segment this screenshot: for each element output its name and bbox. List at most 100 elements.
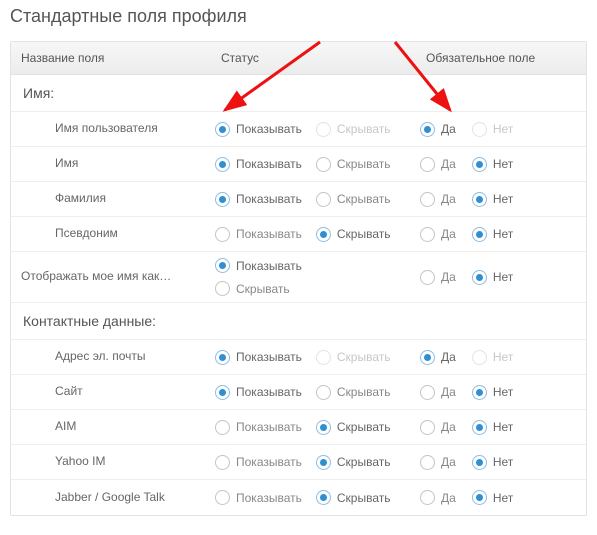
field-name: Имя (11, 148, 211, 180)
radio-icon (420, 192, 435, 207)
radio-icon (420, 490, 435, 505)
section-title: Контактные данные: (11, 303, 586, 340)
radio-icon (420, 455, 435, 470)
radio-label: Да (441, 385, 456, 399)
radio-label: Скрывать (337, 491, 391, 505)
table-row: Yahoo IMПоказыватьСкрыватьДаНет (11, 445, 586, 480)
radio-icon (420, 270, 435, 285)
table-row: Имя Показывать Скрывать Да Нет (11, 147, 586, 182)
radio-hide[interactable]: Скрывать (316, 157, 391, 172)
radio-show[interactable]: Показывать (215, 192, 302, 207)
field-name: Псевдоним (11, 218, 211, 250)
status-cell: Показывать Скрывать (211, 344, 416, 371)
table-row: Псевдоним Показывать Скрывать Да Нет (11, 217, 586, 252)
radio-label: Нет (493, 270, 513, 284)
radio-icon (472, 455, 487, 470)
radio-icon (215, 192, 230, 207)
page-title: Стандартные поля профиля (10, 6, 587, 27)
required-cell: Да Нет (416, 344, 586, 371)
radio-icon (472, 270, 487, 285)
radio-label: Показывать (236, 227, 302, 241)
radio-hide[interactable]: Скрывать (316, 455, 391, 470)
field-name: Jabber / Google Talk (11, 482, 211, 514)
radio-icon (472, 192, 487, 207)
radio-icon (215, 490, 230, 505)
radio-label: Нет (493, 157, 513, 171)
radio-no[interactable]: Нет (472, 192, 513, 207)
radio-label: Нет (493, 122, 513, 136)
radio-label: Показывать (236, 385, 302, 399)
radio-label: Скрывать (236, 282, 290, 296)
radio-yes[interactable]: Да (420, 420, 456, 435)
required-cell: Да Нет (416, 484, 586, 511)
radio-show[interactable]: Показывать (215, 157, 302, 172)
radio-label: Скрывать (337, 455, 391, 469)
radio-hide[interactable]: Скрывать (316, 420, 391, 435)
required-cell: Да Нет (416, 449, 586, 476)
radio-show[interactable]: Показывать (215, 350, 302, 365)
fields-table: Название поля Статус Обязательное поле И… (10, 41, 587, 516)
radio-no[interactable]: Нет (472, 227, 513, 242)
radio-yes[interactable]: Да (420, 385, 456, 400)
field-name: Имя пользователя (11, 113, 211, 145)
status-cell: Показывать Скрывать (211, 151, 416, 178)
radio-label: Скрывать (337, 157, 391, 171)
radio-no: Нет (472, 350, 513, 365)
radio-icon (215, 227, 230, 242)
radio-show[interactable]: Показывать (215, 227, 302, 242)
required-cell: Да Нет (416, 221, 586, 248)
radio-label: Да (441, 420, 456, 434)
status-cell: Показывать Скрывать (211, 252, 416, 302)
col-header-required: Обязательное поле (416, 42, 586, 74)
radio-no[interactable]: Нет (472, 385, 513, 400)
radio-label: Да (441, 122, 456, 136)
radio-yes[interactable]: Да (420, 270, 456, 285)
radio-icon (472, 157, 487, 172)
table-row: Имя пользователя Показывать Скрывать Да Нет (11, 112, 586, 147)
radio-no[interactable]: Нет (472, 455, 513, 470)
radio-icon (316, 350, 331, 365)
radio-yes[interactable]: Да (420, 455, 456, 470)
table-row: ФамилияПоказыватьСкрыватьДаНет (11, 182, 586, 217)
radio-no[interactable]: Нет (472, 157, 513, 172)
radio-hide[interactable]: Скрывать (316, 385, 391, 400)
radio-label: Показывать (236, 455, 302, 469)
radio-label: Скрывать (337, 122, 391, 136)
radio-show[interactable]: Показывать (215, 490, 302, 505)
radio-yes[interactable]: Да (420, 192, 456, 207)
radio-hide[interactable]: Скрывать (316, 227, 391, 242)
radio-yes[interactable]: Да (420, 350, 456, 365)
status-cell: Показывать Скрывать (211, 484, 416, 511)
radio-no: Нет (472, 122, 513, 137)
section-title: Имя: (11, 75, 586, 112)
required-cell: Да Нет (416, 264, 586, 291)
radio-hide[interactable]: Скрывать (215, 281, 290, 296)
radio-yes[interactable]: Да (420, 157, 456, 172)
radio-icon (316, 227, 331, 242)
radio-no[interactable]: Нет (472, 270, 513, 285)
field-name: Сайт (11, 376, 211, 408)
radio-show[interactable]: Показывать (215, 385, 302, 400)
radio-yes[interactable]: Да (420, 122, 456, 137)
radio-show[interactable]: Показывать (215, 455, 302, 470)
radio-hide[interactable]: Скрывать (316, 490, 391, 505)
field-name: Отображать мое имя как… (11, 261, 211, 293)
radio-show[interactable]: Показывать (215, 258, 302, 273)
radio-label: Показывать (236, 491, 302, 505)
radio-icon (215, 385, 230, 400)
radio-yes[interactable]: Да (420, 490, 456, 505)
radio-show[interactable]: Показывать (215, 420, 302, 435)
radio-icon (316, 192, 331, 207)
radio-no[interactable]: Нет (472, 420, 513, 435)
radio-icon (420, 122, 435, 137)
table-row: Адрес эл. почтыПоказыватьСкрыватьДаНет (11, 340, 586, 375)
radio-show[interactable]: Показывать (215, 122, 302, 137)
radio-icon (215, 350, 230, 365)
radio-yes[interactable]: Да (420, 227, 456, 242)
table-header: Название поля Статус Обязательное поле (11, 42, 586, 75)
radio-hide: Скрывать (316, 350, 391, 365)
radio-label: Нет (493, 491, 513, 505)
radio-hide[interactable]: Скрывать (316, 192, 391, 207)
radio-no[interactable]: Нет (472, 490, 513, 505)
radio-icon (472, 385, 487, 400)
